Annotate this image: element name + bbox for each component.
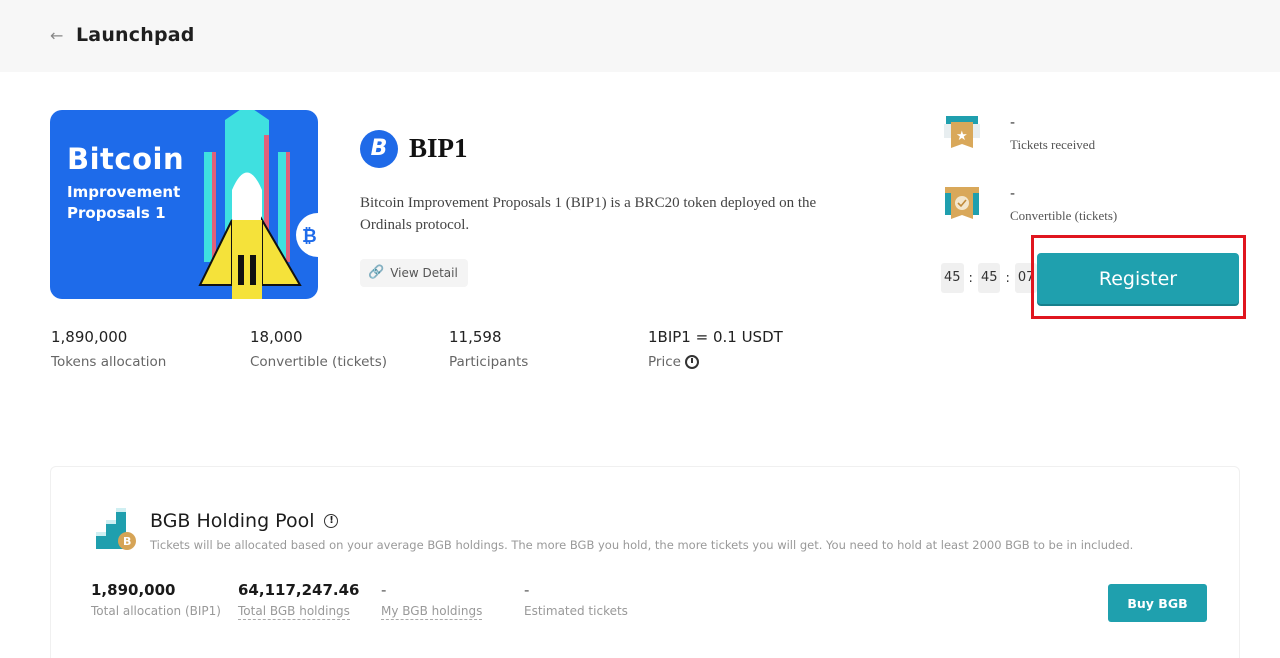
countdown-timer: 45 : 45 : 07 [941, 263, 1038, 293]
project-banner: Bitcoin Improvement Proposals 1 ₿ ₿ [50, 110, 318, 299]
svg-text:B: B [123, 535, 131, 548]
tickets-received-value: - [1010, 115, 1016, 131]
svg-text:★: ★ [956, 129, 968, 144]
stat-label-row: Price [648, 353, 783, 371]
banner-subtitle-line2: Proposals 1 [67, 204, 166, 222]
bip1-logo-icon: B [360, 130, 398, 168]
pool-stat-my-bgb-holdings: - My BGB holdings [381, 580, 483, 620]
svg-text:₿: ₿ [302, 226, 317, 247]
pool-stat-label: Estimated tickets [524, 604, 628, 618]
pool-title: BGB Holding Pool [150, 510, 315, 532]
banner-subtitle: Improvement Proposals 1 [67, 182, 180, 224]
clock-icon[interactable] [684, 355, 699, 369]
view-detail-label: View Detail [390, 266, 458, 280]
pool-stat-value: 1,890,000 [91, 581, 176, 599]
stat-convertible-tickets: 18,000 Convertible (tickets) [250, 327, 387, 371]
convertible-tickets-label: Convertible (tickets) [1010, 208, 1118, 223]
stat-price: 1BIP1 = 0.1 USDT Price [648, 327, 783, 371]
stat-tokens-allocation: 1,890,000 Tokens allocation [51, 327, 166, 371]
pool-stat-label[interactable]: Total BGB holdings [238, 604, 350, 620]
link-icon: 🔗 [368, 265, 385, 280]
stat-label: Participants [449, 354, 529, 370]
pool-stat-label[interactable]: My BGB holdings [381, 604, 483, 620]
banner-subtitle-line1: Improvement [67, 183, 181, 201]
top-bar: ← Launchpad [0, 0, 1280, 72]
pool-stat-value: - [381, 581, 387, 599]
pool-stat-total-bgb-holdings: 64,117,247.46 Total BGB holdings [238, 580, 359, 620]
tickets-received-label: Tickets received [1010, 137, 1096, 152]
bgb-pool-icon: B [96, 508, 136, 550]
token-name: BIP1 [409, 133, 468, 163]
page-title: Launchpad [76, 24, 195, 46]
pool-stat-total-allocation: 1,890,000 Total allocation (BIP1) [91, 580, 221, 618]
pool-stat-estimated-tickets: - Estimated tickets [524, 580, 628, 618]
pool-stat-value: 64,117,247.46 [238, 581, 360, 599]
convertible-tickets-value: - [1010, 186, 1016, 202]
stat-value: 1BIP1 = 0.1 USDT [648, 328, 783, 346]
pool-stat-value: - [524, 581, 530, 599]
register-button[interactable]: Register [1037, 253, 1239, 304]
bgb-holding-pool-card [50, 466, 1240, 658]
arrow-left-icon[interactable]: ← [50, 27, 63, 45]
banner-title: Bitcoin [67, 142, 185, 176]
countdown-separator: : [1005, 270, 1010, 286]
info-icon[interactable]: ! [324, 514, 339, 528]
stat-label: Convertible (tickets) [250, 354, 388, 370]
stat-value: 11,598 [449, 328, 502, 346]
stat-participants: 11,598 Participants [449, 327, 528, 371]
token-description: Bitcoin Improvement Proposals 1 (BIP1) i… [360, 195, 817, 233]
countdown-hours: 45 [941, 263, 964, 293]
pool-stat-label: Total allocation (BIP1) [91, 604, 221, 618]
pool-description: Tickets will be allocated based on your … [150, 538, 1134, 552]
ticket-star-icon: ★ [944, 116, 980, 148]
ticket-check-icon [945, 187, 979, 219]
stat-label: Price [648, 354, 681, 370]
countdown-separator: : [968, 270, 973, 286]
stat-value: 1,890,000 [51, 328, 128, 346]
stat-label: Tokens allocation [51, 354, 167, 370]
stat-value: 18,000 [250, 328, 303, 346]
buy-bgb-button[interactable]: Buy BGB [1108, 584, 1207, 622]
view-detail-button[interactable]: 🔗 View Detail [360, 259, 468, 287]
countdown-minutes: 45 [977, 263, 1001, 293]
rocket-illustration: ₿ ₿ [198, 110, 318, 299]
pool-title-row: BGB Holding Pool ! [150, 510, 339, 532]
